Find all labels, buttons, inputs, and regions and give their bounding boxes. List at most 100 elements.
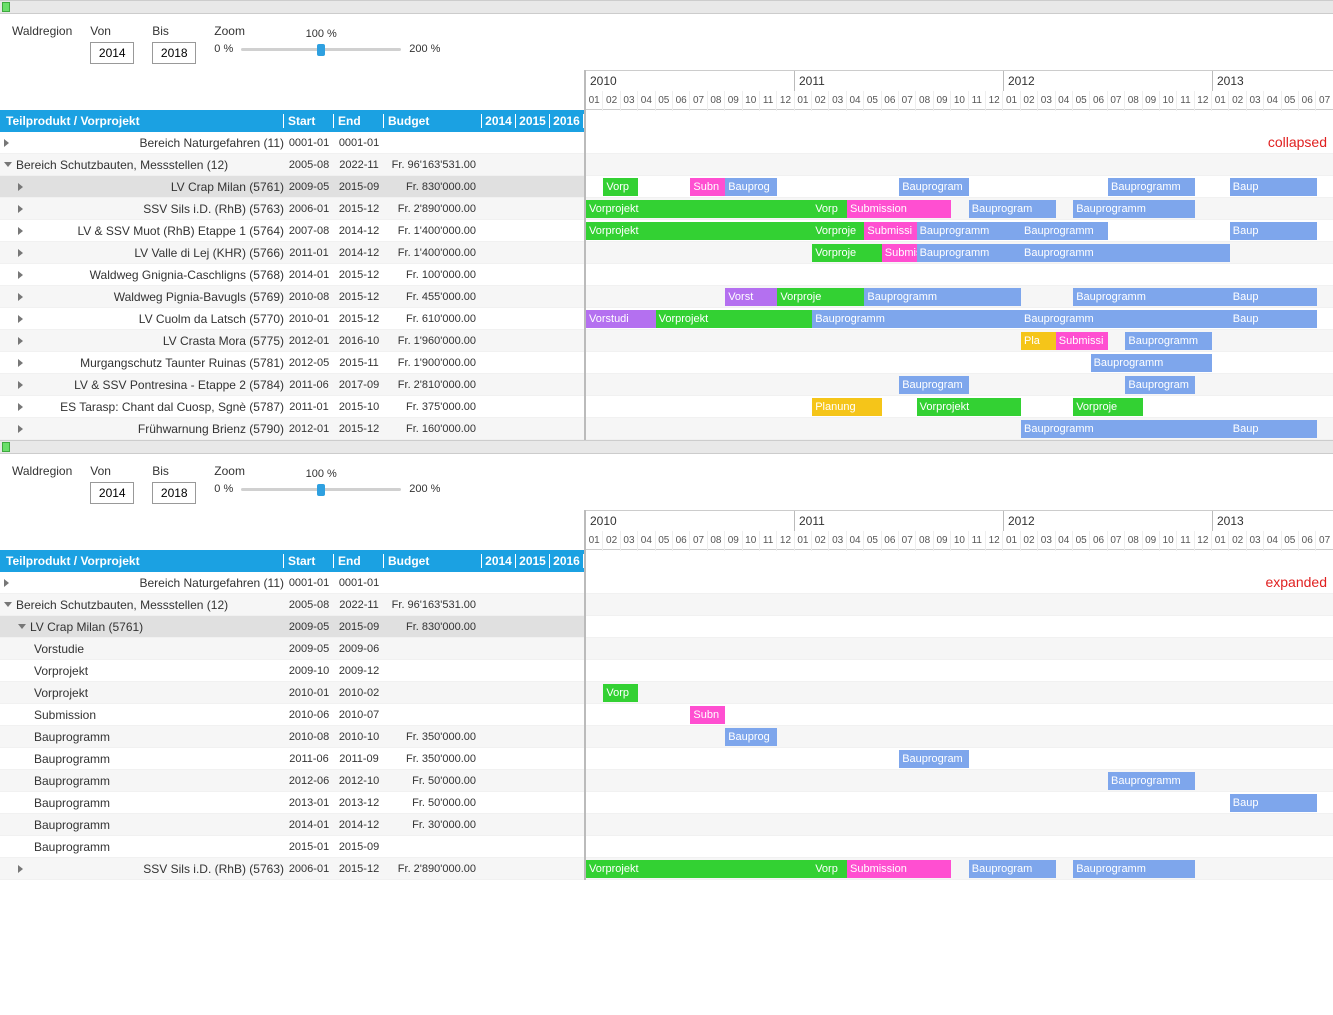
input-von[interactable] <box>90 482 134 504</box>
gantt-bar[interactable]: Bauprogram <box>969 860 1056 878</box>
gantt-bar[interactable]: Bauprogramm <box>1091 354 1213 372</box>
table-row[interactable]: ES Tarasp: Chant dal Cuosp, Sgnè (5787)2… <box>0 396 584 418</box>
gantt-bar[interactable]: Bauprogram <box>899 376 969 394</box>
col-2015[interactable]: 2015 <box>516 114 550 128</box>
col-budget[interactable]: Budget <box>384 114 482 128</box>
table-row[interactable]: Submission2010-062010-07 <box>0 704 584 726</box>
col-2015[interactable]: 2015 <box>516 554 550 568</box>
gantt-bar[interactable]: Bauprog <box>725 728 777 746</box>
table-row[interactable]: LV & SSV Pontresina - Etappe 2 (5784)201… <box>0 374 584 396</box>
table-row[interactable]: Vorstudie2009-052009-06 <box>0 638 584 660</box>
gantt-bar[interactable]: Bauprogramm <box>1073 860 1195 878</box>
table-row[interactable]: Bauprogramm2015-012015-09 <box>0 836 584 858</box>
chevron-right-icon[interactable] <box>18 205 139 213</box>
chevron-right-icon[interactable] <box>18 403 56 411</box>
gantt-bar[interactable]: Vorst <box>725 288 777 306</box>
chevron-right-icon[interactable] <box>18 293 110 301</box>
chevron-right-icon[interactable] <box>4 139 135 147</box>
chevron-right-icon[interactable] <box>18 425 134 433</box>
gantt-bar[interactable]: Baup <box>1230 310 1317 328</box>
gantt-bar[interactable]: Vorproje <box>812 244 882 262</box>
table-row[interactable]: Bauprogramm2014-012014-12Fr. 30'000.00 <box>0 814 584 836</box>
input-bis[interactable] <box>152 482 196 504</box>
table-row[interactable]: LV & SSV Muot (RhB) Etappe 1 (5764)2007-… <box>0 220 584 242</box>
gantt-bar[interactable]: Baup <box>1230 178 1317 196</box>
gantt-bar[interactable]: Bauprogram <box>969 200 1056 218</box>
chevron-down-icon[interactable] <box>4 602 12 607</box>
table-row[interactable]: Bauprogramm2010-082010-10Fr. 350'000.00 <box>0 726 584 748</box>
chevron-right-icon[interactable] <box>18 227 73 235</box>
gantt-bar[interactable]: Bauprogramm <box>864 288 1021 306</box>
chevron-right-icon[interactable] <box>18 337 159 345</box>
col-2014[interactable]: 2014 <box>482 114 516 128</box>
gantt-bar[interactable]: Vorproje <box>1073 398 1143 416</box>
table-row[interactable]: LV Crap Milan (5761)2009-052015-09Fr. 83… <box>0 616 584 638</box>
chevron-right-icon[interactable] <box>18 249 130 257</box>
gantt-bar[interactable]: Vorp <box>603 684 638 702</box>
gantt-bar[interactable]: Submission <box>847 200 951 218</box>
gantt-bar[interactable]: Bauprogramm <box>1021 310 1230 328</box>
col-2014[interactable]: 2014 <box>482 554 516 568</box>
gantt-bar[interactable]: Vorstudi <box>586 310 656 328</box>
gantt-bar[interactable]: Vorp <box>812 200 847 218</box>
gantt-bar[interactable]: Vorp <box>812 860 847 878</box>
table-row[interactable]: LV Valle di Lej (KHR) (5766)2011-012014-… <box>0 242 584 264</box>
table-row[interactable]: SSV Sils i.D. (RhB) (5763)2006-012015-12… <box>0 198 584 220</box>
col-end[interactable]: End <box>334 114 384 128</box>
gantt-bar[interactable]: Baup <box>1230 420 1317 438</box>
chevron-right-icon[interactable] <box>18 381 70 389</box>
table-row[interactable]: Vorprojekt2010-012010-02 <box>0 682 584 704</box>
chevron-right-icon[interactable] <box>18 315 135 323</box>
gantt-bar[interactable]: Vorprojekt <box>586 222 812 240</box>
col-end[interactable]: End <box>334 554 384 568</box>
gantt-bar[interactable]: Subn <box>690 706 725 724</box>
gantt-bar[interactable]: Submissi <box>864 222 916 240</box>
input-von[interactable] <box>90 42 134 64</box>
gantt-bar[interactable]: Bauprogram <box>899 178 969 196</box>
gantt-bar[interactable]: Vorprojekt <box>586 200 812 218</box>
table-row[interactable]: LV Crasta Mora (5775)2012-012016-10Fr. 1… <box>0 330 584 352</box>
gantt-bar[interactable]: Planung <box>812 398 882 416</box>
chevron-right-icon[interactable] <box>18 359 76 367</box>
col-name[interactable]: Teilprodukt / Vorprojekt <box>0 114 284 128</box>
col-2016[interactable]: 2016 <box>550 554 584 568</box>
table-row[interactable]: SSV Sils i.D. (RhB) (5763)2006-012015-12… <box>0 858 584 880</box>
gantt-bar[interactable]: Vorp <box>603 178 638 196</box>
gantt-bar[interactable]: Bauprogramm <box>917 244 1021 262</box>
gantt-bar[interactable]: Vorprojekt <box>586 860 812 878</box>
gantt-bar[interactable]: Baup <box>1230 794 1317 812</box>
gantt-bar[interactable]: Vorproje <box>812 222 864 240</box>
gantt-bar[interactable]: Bauprogramm <box>1073 288 1230 306</box>
table-row[interactable]: Bauprogramm2011-062011-09Fr. 350'000.00 <box>0 748 584 770</box>
table-row[interactable]: Waldweg Gnignia-Caschligns (5768)2014-01… <box>0 264 584 286</box>
gantt-bar[interactable]: Pla <box>1021 332 1056 350</box>
gantt-bar[interactable]: Bauprogramm <box>1073 200 1195 218</box>
gantt-bar[interactable]: Submission <box>847 860 951 878</box>
zoom-slider[interactable]: 100 % <box>241 42 401 56</box>
col-budget[interactable]: Budget <box>384 554 482 568</box>
table-row[interactable]: Bereich Naturgefahren (11)0001-010001-01 <box>0 132 584 154</box>
zoom-thumb[interactable] <box>317 44 325 56</box>
chevron-right-icon[interactable] <box>4 579 135 587</box>
gantt-bar[interactable]: Vorproje <box>777 288 864 306</box>
table-row[interactable]: Bauprogramm2013-012013-12Fr. 50'000.00 <box>0 792 584 814</box>
gantt-bar[interactable]: Submissi <box>882 244 917 262</box>
gantt-bar[interactable]: Bauprogramm <box>1021 222 1108 240</box>
zoom-thumb[interactable] <box>317 484 325 496</box>
gantt-bar[interactable]: Bauprogramm <box>1108 772 1195 790</box>
table-row[interactable]: Bereich Naturgefahren (11)0001-010001-01 <box>0 572 584 594</box>
table-row[interactable]: LV Cuolm da Latsch (5770)2010-012015-12F… <box>0 308 584 330</box>
chevron-down-icon[interactable] <box>18 624 26 629</box>
table-row[interactable]: Waldweg Pignia-Bavugls (5769)2010-082015… <box>0 286 584 308</box>
table-row[interactable]: Bereich Schutzbauten, Messstellen (12)20… <box>0 154 584 176</box>
gantt-bar[interactable]: Bauprogramm <box>812 310 1021 328</box>
chevron-right-icon[interactable] <box>18 865 139 873</box>
chevron-right-icon[interactable] <box>18 271 86 279</box>
gantt-bar[interactable]: Bauprogramm <box>917 222 1021 240</box>
table-row[interactable]: LV Crap Milan (5761)2009-052015-09Fr. 83… <box>0 176 584 198</box>
col-start[interactable]: Start <box>284 114 334 128</box>
input-bis[interactable] <box>152 42 196 64</box>
table-row[interactable]: Vorprojekt2009-102009-12 <box>0 660 584 682</box>
col-start[interactable]: Start <box>284 554 334 568</box>
gantt-bar[interactable]: Subn <box>690 178 725 196</box>
